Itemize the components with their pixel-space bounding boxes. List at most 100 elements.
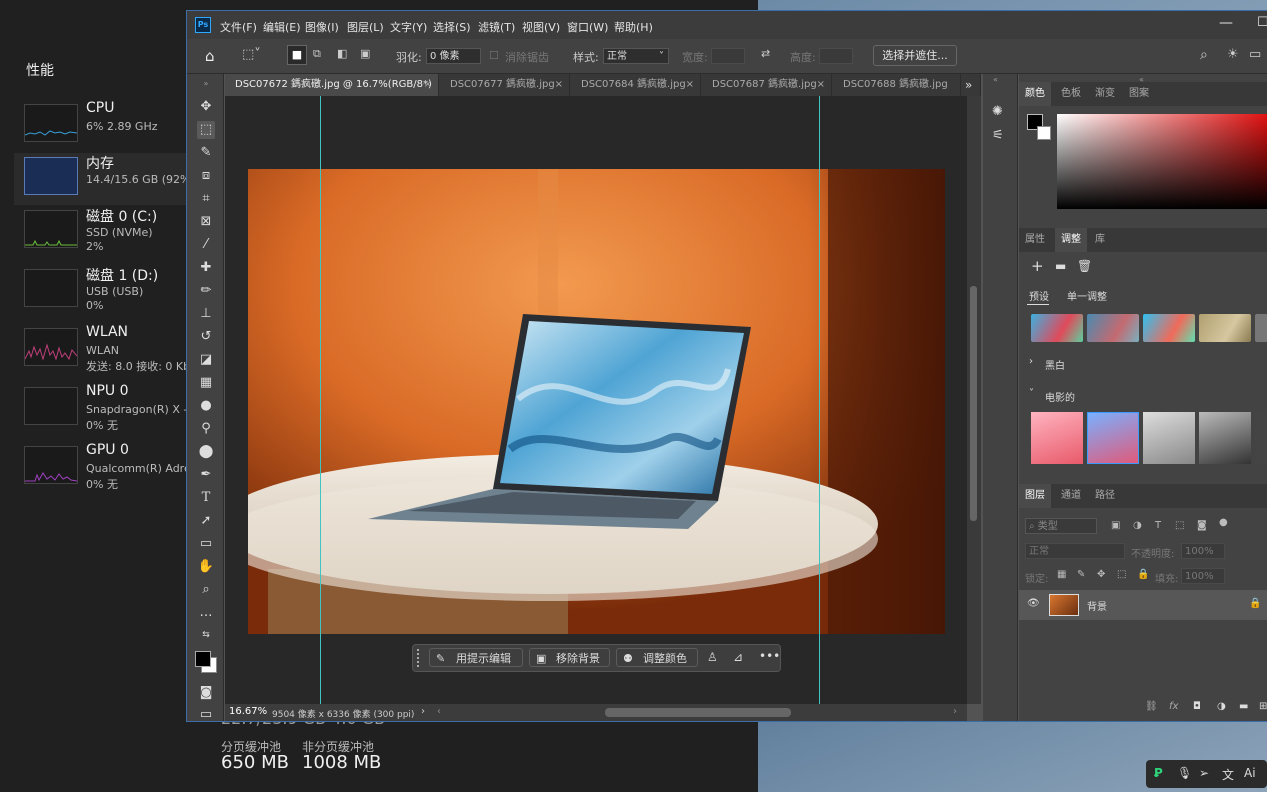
tab-adjustments[interactable]: 调整: [1055, 228, 1087, 252]
home-icon[interactable]: ⌂: [205, 47, 215, 65]
close-icon[interactable]: ×: [424, 74, 432, 96]
film-preset-thumb[interactable]: [1087, 412, 1139, 464]
filter-shape-icon[interactable]: ⬚: [1175, 520, 1184, 531]
burn-tool-icon[interactable]: ⬤: [197, 443, 215, 461]
menu-file[interactable]: 文件(F): [220, 19, 257, 35]
film-preset-thumb[interactable]: [1031, 412, 1083, 464]
feather-input[interactable]: 0 像素: [426, 48, 481, 64]
preset-thumb[interactable]: [1143, 314, 1195, 342]
filter-adjust-icon[interactable]: ◑: [1133, 520, 1142, 531]
tab-document-1[interactable]: DSC07672 鎷疯礉.jpg @ 16.7%(RGB/8*) ×: [225, 74, 439, 96]
adjust-color-button[interactable]: ⚉ 调整颜色: [616, 648, 698, 667]
swap-icon[interactable]: ⇄: [761, 47, 770, 60]
eye-visibility-icon[interactable]: 👁: [1027, 598, 1040, 609]
lock-pixels-icon[interactable]: ✎: [1077, 569, 1085, 580]
menu-view[interactable]: 视图(V): [522, 19, 560, 35]
lock-all-icon[interactable]: 🔒: [1137, 569, 1149, 580]
pen-tool-icon[interactable]: ✒: [197, 466, 215, 484]
close-icon[interactable]: ×: [686, 74, 694, 96]
microphone-icon[interactable]: 🎙: [1177, 766, 1192, 780]
film-preset-thumb[interactable]: [1255, 412, 1267, 464]
crop-tool-icon[interactable]: ⌗: [197, 190, 215, 208]
filter-smart-icon[interactable]: ◙: [1197, 520, 1207, 531]
close-icon[interactable]: ×: [555, 74, 563, 96]
menu-type[interactable]: 文字(Y): [390, 19, 427, 35]
swap-colors-icon[interactable]: ⇆: [197, 626, 215, 644]
film-preset-thumb[interactable]: [1143, 412, 1195, 464]
add-mask-icon[interactable]: ◘: [1193, 701, 1201, 712]
background-swatch[interactable]: [1037, 126, 1051, 140]
horizontal-scroll-thumb[interactable]: [605, 708, 791, 717]
tab-channels[interactable]: 通道: [1055, 484, 1087, 508]
marquee-tool-icon[interactable]: ⬚: [197, 121, 215, 139]
search-icon[interactable]: ⌕: [1200, 47, 1208, 63]
eraser-tool-icon[interactable]: ◪: [197, 351, 215, 369]
layer-name[interactable]: 背景: [1087, 598, 1107, 613]
history-brush-tool-icon[interactable]: ↺: [197, 328, 215, 346]
eyedropper-tool-icon[interactable]: ⁄: [197, 236, 215, 254]
collapse-panels-icon[interactable]: «: [993, 75, 998, 84]
new-selection-icon[interactable]: ■: [287, 45, 307, 65]
group-black-white[interactable]: 黑白: [1045, 357, 1065, 372]
menu-help[interactable]: 帮助(H): [614, 19, 653, 35]
preset-thumb[interactable]: [1031, 314, 1083, 342]
chevron-right-icon[interactable]: ›: [421, 706, 425, 717]
scroll-thumb[interactable]: [970, 286, 977, 521]
trash-icon[interactable]: 🗑: [1077, 259, 1092, 273]
stamp-tool-icon[interactable]: ⊥: [197, 305, 215, 323]
person-icon[interactable]: ♙: [707, 650, 718, 664]
preset-thumb[interactable]: [1199, 314, 1251, 342]
tab-gradients[interactable]: 渐变: [1089, 82, 1121, 106]
frame-tool-icon[interactable]: ⊠: [197, 213, 215, 231]
width-input[interactable]: [711, 48, 745, 64]
link-layers-icon[interactable]: ⛓: [1145, 701, 1158, 712]
ai-label[interactable]: Ai: [1244, 766, 1256, 780]
quick-select-tool-icon[interactable]: ✎: [197, 144, 215, 162]
more-tabs-icon[interactable]: »: [961, 74, 981, 96]
preset-thumb[interactable]: [1087, 314, 1139, 342]
path-select-tool-icon[interactable]: ➚: [197, 512, 215, 530]
more-tools-icon[interactable]: …: [197, 604, 215, 622]
dodge-tool-icon[interactable]: ⚲: [197, 420, 215, 438]
fx-icon[interactable]: fx: [1169, 701, 1178, 712]
menu-window[interactable]: 窗口(W): [567, 19, 608, 35]
height-input[interactable]: [819, 48, 853, 64]
tab-document-4[interactable]: DSC07687 鎷疯礉.jpg ×: [702, 74, 832, 96]
tab-document-5[interactable]: DSC07688 鎷疯礉.jpg: [833, 74, 961, 96]
subtab-single[interactable]: 单一调整: [1067, 288, 1107, 303]
style-select[interactable]: 正常 ˅: [603, 48, 669, 64]
filter-pixel-icon[interactable]: ▣: [1111, 520, 1120, 531]
object-select-tool-icon[interactable]: ⧈: [197, 167, 215, 185]
close-icon[interactable]: ×: [817, 74, 825, 96]
blur-tool-icon[interactable]: ●: [197, 397, 215, 415]
menu-filter[interactable]: 滤镜(T): [478, 19, 515, 35]
hand-tool-icon[interactable]: ✋: [197, 558, 215, 576]
tab-color[interactable]: 颜色: [1019, 82, 1051, 106]
scroll-left-icon[interactable]: ‹: [437, 706, 441, 717]
antialias-checkbox[interactable]: ☐: [489, 49, 499, 62]
maximize-icon[interactable]: ☐: [1257, 15, 1267, 30]
filter-type-icon[interactable]: T: [1155, 520, 1161, 531]
move-tool-icon[interactable]: ✥: [197, 98, 215, 116]
color-picker-field[interactable]: [1057, 114, 1267, 209]
lock-position-icon[interactable]: ✥: [1097, 569, 1105, 580]
tm-item-memory[interactable]: 内存 14.4/15.6 GB (92%): [14, 153, 195, 205]
remove-background-button[interactable]: ▣ 移除背景: [529, 648, 610, 667]
zoom-tool-icon[interactable]: ⌕: [197, 581, 215, 599]
guide-line-left[interactable]: [320, 96, 321, 704]
brush-tool-icon[interactable]: ✏: [197, 282, 215, 300]
add-selection-icon[interactable]: ⧉: [313, 47, 321, 61]
menu-image[interactable]: 图像(I): [305, 19, 339, 35]
history-icon[interactable]: ⚟: [992, 128, 1004, 143]
generate-icon[interactable]: ✺: [992, 104, 1003, 119]
menu-layer[interactable]: 图层(L): [347, 19, 384, 35]
app-tray-icon[interactable]: Ꝑ: [1154, 766, 1163, 780]
tab-libraries[interactable]: 库: [1089, 228, 1111, 252]
tm-item-disk1[interactable]: 磁盘 1 (D:) USB (USB) 0%: [14, 265, 190, 317]
filter-toggle-icon[interactable]: ●: [1219, 517, 1228, 528]
layer-filter-select[interactable]: ⌕ 类型: [1025, 518, 1097, 534]
collapse-toolbar-icon[interactable]: »: [197, 75, 215, 93]
translate-icon[interactable]: 文: [1222, 766, 1234, 783]
add-icon[interactable]: +: [1031, 257, 1044, 275]
group-cinematic[interactable]: 电影的: [1045, 389, 1075, 404]
